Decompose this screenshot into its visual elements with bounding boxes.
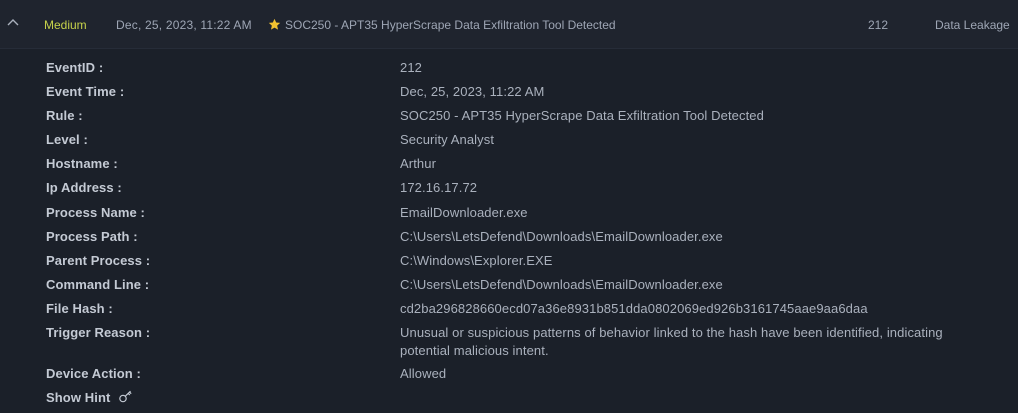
parent-process-value: C:\Windows\Explorer.EXE (400, 253, 553, 268)
file-hash-value: cd2ba296828660ecd07a36e8931b851dda080206… (400, 301, 868, 316)
trigger-reason-value-line1: Unusual or suspicious patterns of behavi… (400, 325, 943, 340)
trigger-reason-value-line2: potential malicious intent. (400, 343, 549, 358)
file-hash-label: File Hash : (46, 301, 113, 316)
parent-process-label: Parent Process : (46, 253, 151, 268)
event-id-value: 212 (400, 60, 422, 75)
rule-label: Rule : (46, 108, 83, 123)
show-hint-button[interactable]: Show Hint (46, 389, 133, 406)
alert-rule-name[interactable]: SOC250 - APT35 HyperScrape Data Exfiltra… (285, 17, 616, 33)
hostname-value: Arthur (400, 156, 437, 171)
rule-value: SOC250 - APT35 HyperScrape Data Exfiltra… (400, 108, 764, 123)
level-label: Level : (46, 132, 88, 147)
key-icon (119, 390, 132, 403)
device-action-label: Device Action : (46, 366, 141, 381)
event-time-value: Dec, 25, 2023, 11:22 AM (400, 84, 545, 99)
process-name-value: EmailDownloader.exe (400, 205, 528, 220)
process-path-label: Process Path : (46, 229, 138, 244)
process-path-value: C:\Users\LetsDefend\Downloads\EmailDownl… (400, 229, 723, 244)
alert-event-id: 212 (868, 18, 889, 32)
alert-details-panel: EventID : 212 Event Time : Dec, 25, 2023… (0, 49, 1018, 413)
ip-address-label: Ip Address : (46, 180, 122, 195)
severity-badge: Medium (44, 18, 87, 32)
hostname-label: Hostname : (46, 156, 118, 171)
process-name-label: Process Name : (46, 205, 145, 220)
ip-address-value: 172.16.17.72 (400, 180, 478, 195)
alert-row[interactable]: Medium Dec, 25, 2023, 11:22 AM SOC250 - … (0, 0, 1018, 49)
star-icon[interactable] (268, 18, 281, 31)
chevron-up-icon[interactable] (6, 17, 20, 27)
command-line-value: C:\Users\LetsDefend\Downloads\EmailDownl… (400, 277, 723, 292)
command-line-label: Command Line : (46, 277, 150, 292)
event-id-label: EventID : (46, 60, 104, 75)
event-time-label: Event Time : (46, 84, 125, 99)
alert-type: Data Leakage (935, 18, 1010, 32)
device-action-value: Allowed (400, 366, 447, 381)
alert-date: Dec, 25, 2023, 11:22 AM (116, 18, 252, 32)
show-hint-label: Show Hint (46, 390, 111, 405)
level-value: Security Analyst (400, 132, 495, 147)
trigger-reason-label: Trigger Reason : (46, 325, 151, 340)
